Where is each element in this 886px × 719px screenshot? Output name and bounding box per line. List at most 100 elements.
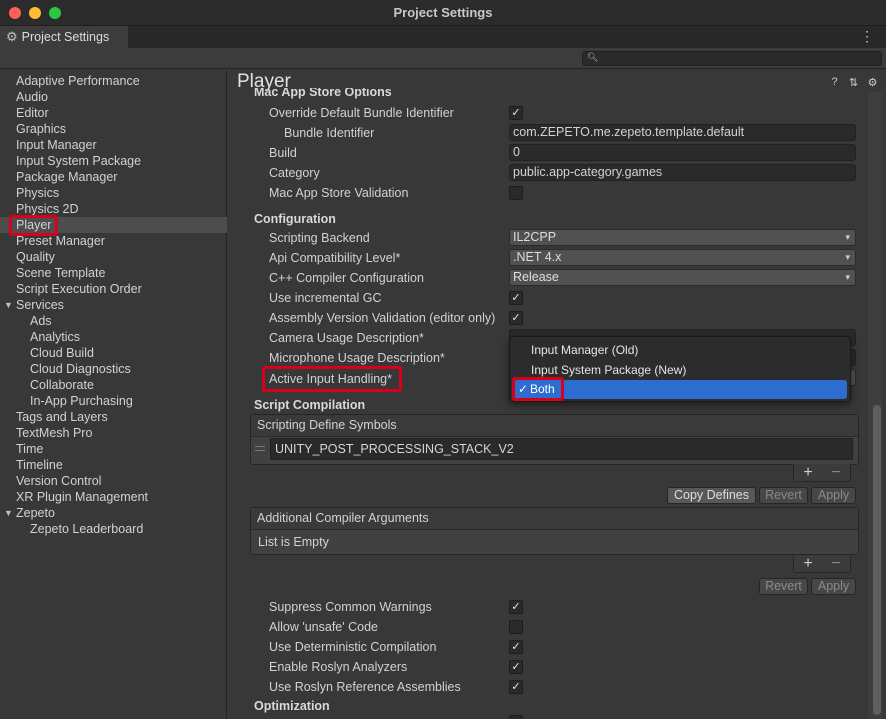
override-bundle-id-label: Override Default Bundle Identifier xyxy=(269,106,454,120)
remove-icon[interactable]: − xyxy=(831,555,840,573)
sidebar-item-timeline[interactable]: Timeline xyxy=(16,457,63,473)
mac-store-validation-checkbox[interactable] xyxy=(509,186,523,200)
sidebar-item-editor[interactable]: Editor xyxy=(16,105,49,121)
sidebar-item-cloud-build[interactable]: Cloud Build xyxy=(30,345,94,361)
drag-handle-icon[interactable] xyxy=(255,446,265,451)
menu-item-input-manager-old[interactable]: Input Manager (Old) xyxy=(531,342,638,358)
revert-args-button[interactable]: Revert xyxy=(759,578,808,595)
presets-icon[interactable]: ⇅ xyxy=(848,76,859,89)
sidebar-item-audio[interactable]: Audio xyxy=(16,89,48,105)
sidebar-item-scene-template[interactable]: Scene Template xyxy=(16,265,105,281)
build-label: Build xyxy=(269,146,297,160)
sidebar-item-cloud-diagnostics[interactable]: Cloud Diagnostics xyxy=(30,361,131,377)
microphone-usage-label: Microphone Usage Description* xyxy=(269,351,445,365)
copy-defines-button[interactable]: Copy Defines xyxy=(667,487,756,504)
sidebar-item-version-control[interactable]: Version Control xyxy=(16,473,101,489)
list-empty-text: List is Empty xyxy=(258,535,329,549)
title-bar: Project Settings xyxy=(0,0,886,26)
both-highlight-box xyxy=(512,377,564,401)
roslyn-analyzers-checkbox[interactable]: ✓ xyxy=(509,660,523,674)
player-highlight-box xyxy=(9,215,58,236)
allow-unsafe-checkbox[interactable] xyxy=(509,620,523,634)
apply-args-button[interactable]: Apply xyxy=(811,578,856,595)
sidebar-item-time[interactable]: Time xyxy=(16,441,43,457)
sidebar-item-in-app-purchasing[interactable]: In-App Purchasing xyxy=(30,393,133,409)
scrollbar-thumb[interactable] xyxy=(873,405,881,715)
api-compatibility-label: Api Compatibility Level* xyxy=(269,251,401,265)
suppress-warnings-checkbox[interactable]: ✓ xyxy=(509,600,523,614)
sidebar-item-input-manager[interactable]: Input Manager xyxy=(16,137,97,153)
search-input[interactable]: 🔍︎ xyxy=(582,51,882,66)
chevron-down-icon: ▾ xyxy=(845,272,850,282)
active-input-highlight-box xyxy=(262,366,402,392)
sidebar-item-script-execution-order[interactable]: Script Execution Order xyxy=(16,281,142,297)
scripting-backend-dropdown[interactable]: IL2CPP ▾ xyxy=(509,229,856,246)
help-icon[interactable]: ? xyxy=(829,76,840,89)
services-foldout-icon[interactable]: ▼ xyxy=(4,297,13,313)
active-input-popup-menu: Input Manager (Old) Input System Package… xyxy=(509,336,851,402)
sidebar-item-textmesh-pro[interactable]: TextMesh Pro xyxy=(16,425,92,441)
sidebar-item-services[interactable]: Services xyxy=(16,297,64,313)
define-symbols-add-remove: + − xyxy=(793,464,851,482)
sidebar-item-xr-plugin-management[interactable]: XR Plugin Management xyxy=(16,489,148,505)
add-icon[interactable]: + xyxy=(803,464,812,482)
compiler-args-box: Additional Compiler Arguments xyxy=(250,507,859,555)
cpp-compiler-config-label: C++ Compiler Configuration xyxy=(269,271,424,285)
apply-defines-button[interactable]: Apply xyxy=(811,487,856,504)
sidebar-item-ads[interactable]: Ads xyxy=(30,313,52,329)
toolbar: 🔍︎ xyxy=(0,48,886,69)
define-symbol-field[interactable]: UNITY_POST_PROCESSING_STACK_V2 xyxy=(270,438,853,460)
suppress-warnings-label: Suppress Common Warnings xyxy=(269,600,432,614)
add-icon[interactable]: + xyxy=(803,555,812,573)
sidebar-item-zepeto-leaderboard[interactable]: Zepeto Leaderboard xyxy=(30,521,143,537)
incremental-gc-checkbox[interactable]: ✓ xyxy=(509,291,523,305)
search-icon: 🔍︎ xyxy=(587,52,599,62)
api-compatibility-value: .NET 4.x xyxy=(513,250,562,264)
sidebar-item-input-system-package[interactable]: Input System Package xyxy=(16,153,141,169)
roslyn-references-checkbox[interactable]: ✓ xyxy=(509,680,523,694)
assembly-validation-checkbox[interactable]: ✓ xyxy=(509,311,523,325)
remove-icon[interactable]: − xyxy=(831,464,840,482)
tab-strip: ⚙ Project Settings ⋮ xyxy=(0,26,886,48)
sidebar-item-zepeto[interactable]: Zepeto xyxy=(16,505,55,521)
optimization-section-header: Optimization xyxy=(254,699,330,713)
zepeto-foldout-icon[interactable]: ▼ xyxy=(4,505,13,521)
deterministic-compilation-label: Use Deterministic Compilation xyxy=(269,640,437,654)
sidebar-item-physics[interactable]: Physics xyxy=(16,185,59,201)
sidebar-item-collaborate[interactable]: Collaborate xyxy=(30,377,94,393)
sidebar-item-package-manager[interactable]: Package Manager xyxy=(16,169,117,185)
header-icons: ? ⇅ ⚙ xyxy=(829,76,878,89)
optimization-first-checkbox[interactable] xyxy=(509,715,523,719)
sidebar-item-graphics[interactable]: Graphics xyxy=(16,121,66,137)
bundle-identifier-label: Bundle Identifier xyxy=(284,126,375,140)
sidebar: Adaptive Performance Audio Editor Graphi… xyxy=(0,70,227,719)
cpp-compiler-config-value: Release xyxy=(513,270,559,284)
script-compilation-section-header: Script Compilation xyxy=(254,398,366,412)
scripting-backend-label: Scripting Backend xyxy=(269,231,370,245)
sidebar-item-tags-and-layers[interactable]: Tags and Layers xyxy=(16,409,108,425)
allow-unsafe-label: Allow 'unsafe' Code xyxy=(269,620,379,634)
category-field[interactable]: public.app-category.games xyxy=(509,164,856,181)
cpp-compiler-config-dropdown[interactable]: Release ▾ xyxy=(509,269,856,286)
api-compatibility-dropdown[interactable]: .NET 4.x ▾ xyxy=(509,249,856,266)
incremental-gc-label: Use incremental GC xyxy=(269,291,382,305)
define-symbols-header: Scripting Define Symbols xyxy=(251,415,858,437)
more-options-icon[interactable]: ⋮ xyxy=(860,28,874,45)
deterministic-compilation-checkbox[interactable]: ✓ xyxy=(509,640,523,654)
category-label: Category xyxy=(269,166,320,180)
override-bundle-id-checkbox[interactable]: ✓ xyxy=(509,106,523,120)
sidebar-item-adaptive-performance[interactable]: Adaptive Performance xyxy=(16,73,140,89)
tab-project-settings[interactable]: ⚙ Project Settings xyxy=(0,26,128,48)
sidebar-item-quality[interactable]: Quality xyxy=(16,249,55,265)
scripting-backend-value: IL2CPP xyxy=(513,230,557,244)
menu-item-input-system-package-new[interactable]: Input System Package (New) xyxy=(531,362,686,378)
configuration-section-header: Configuration xyxy=(254,212,336,226)
sidebar-item-analytics[interactable]: Analytics xyxy=(30,329,80,345)
settings-icon[interactable]: ⚙ xyxy=(867,76,878,89)
compiler-args-header: Additional Compiler Arguments xyxy=(251,508,858,530)
assembly-validation-label: Assembly Version Validation (editor only… xyxy=(269,311,496,325)
compiler-args-add-remove: + − xyxy=(793,555,851,573)
revert-defines-button[interactable]: Revert xyxy=(759,487,808,504)
bundle-identifier-field[interactable]: com.ZEPETO.me.zepeto.template.default xyxy=(509,124,856,141)
build-field[interactable]: 0 xyxy=(509,144,856,161)
